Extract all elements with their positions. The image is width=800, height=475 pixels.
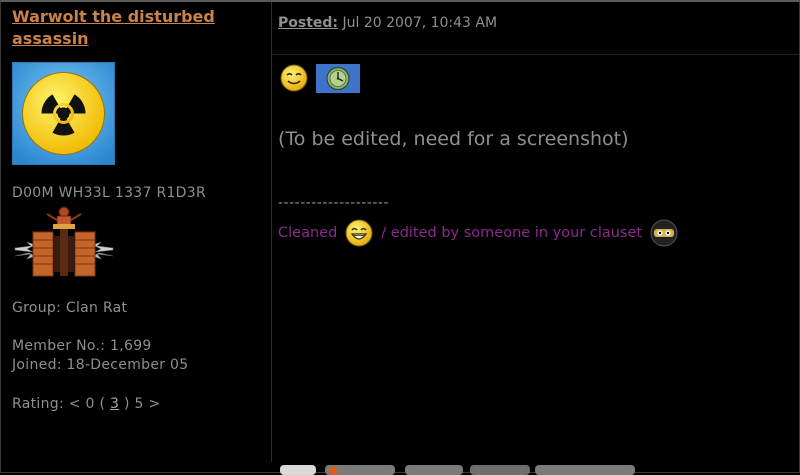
edit-rest-text: / edited by someone in your clauset: [381, 225, 643, 241]
member-rating: Rating: < 0 ( 3 ) 5 >: [12, 396, 160, 412]
post-body-text: (To be edited, need for a screenshot): [278, 128, 629, 150]
action-buttons-strip: [280, 465, 635, 475]
author-panel: Warwolt the disturbed assassin D00M WH33…: [1, 2, 272, 462]
author-avatar: [12, 62, 115, 165]
signature-divider: --------------------: [278, 195, 390, 211]
member-group: Group: Clan Rat: [12, 300, 128, 316]
spike-right-icon: [92, 241, 114, 260]
member-joined: Joined: 18-December 05: [12, 357, 189, 373]
ninja-icon: [650, 219, 678, 247]
rating-prefix: Rating: < 0 (: [12, 396, 106, 412]
author-username-link[interactable]: Warwolt the disturbed assassin: [12, 6, 262, 50]
posted-link[interactable]: Posted:: [278, 15, 338, 31]
edit-cleaned-text: Cleaned: [278, 225, 338, 241]
rating-suffix: ) 5 >: [123, 396, 161, 412]
posted-line: Posted: Jul 20 2007, 10:43 AM: [278, 15, 497, 31]
post-header: Posted: Jul 20 2007, 10:43 AM: [272, 2, 799, 55]
member-number: Member No.: 1,699: [12, 338, 152, 354]
rank-image: [14, 206, 114, 277]
grin-icon: [345, 219, 373, 247]
smile-icon: [280, 64, 308, 92]
clock-emote: [316, 64, 360, 93]
edit-note: Cleaned / edited by someone in your clau…: [278, 218, 686, 248]
member-title: D00M WH33L 1337 R1D3R: [12, 185, 206, 201]
rating-value-link[interactable]: 3: [110, 396, 119, 412]
posted-date: Jul 20 2007, 10:43 AM: [342, 15, 498, 31]
radiation-icon: [13, 63, 114, 164]
spike-left-icon: [14, 241, 36, 260]
forum-post: Warwolt the disturbed assassin D00M WH33…: [0, 0, 800, 473]
clock-icon: [326, 66, 350, 91]
